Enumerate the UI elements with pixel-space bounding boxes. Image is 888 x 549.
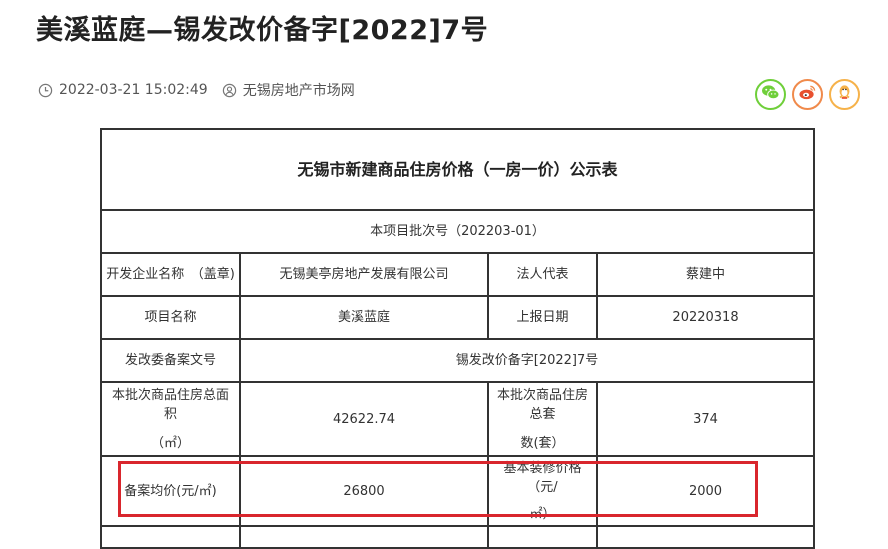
table-row: 开发企业名称 （盖章) 无锡美亭房地产发展有限公司 法人代表 蔡建中 — [100, 252, 816, 297]
legal-rep-value: 蔡建中 — [595, 252, 816, 297]
decoration-price-label-line1: 基本装修价格（元/ — [503, 460, 582, 495]
share-buttons — [749, 79, 860, 110]
decoration-price-label-line2: ㎡） — [529, 506, 556, 522]
table-row: 备案均价(元/㎡) 26800 基本装修价格（元/ ㎡） 2000 — [100, 455, 816, 527]
share-wechat-button[interactable] — [755, 79, 786, 110]
ndrc-label: 发改委备案文号 — [100, 338, 241, 383]
table-row: 无锡市新建商品住房价格（一房一价）公示表 — [99, 128, 816, 211]
share-weibo-button[interactable] — [792, 79, 823, 110]
article-source: 无锡房地产市场网 — [242, 83, 355, 99]
report-date-value: 20220318 — [595, 295, 816, 340]
total-area-label-line2: （㎡） — [150, 435, 190, 451]
table-cell — [595, 525, 816, 549]
table-cell — [100, 525, 241, 549]
ndrc-value: 锡发改价备字[2022]7号 — [238, 338, 816, 383]
legal-rep-label: 法人代表 — [487, 252, 598, 297]
weibo-icon — [798, 84, 817, 105]
user-icon — [222, 83, 237, 98]
total-units-label: 本批次商品住房总套 数(套） — [487, 381, 598, 457]
developer-label: 开发企业名称 （盖章) — [100, 252, 241, 297]
avg-price-value: 26800 — [239, 455, 489, 527]
table-row: 本项目批次号（202203-01） — [99, 209, 816, 254]
publish-datetime: 2022-03-21 15:02:49 — [59, 82, 208, 98]
total-area-label-line1: 本批次商品住房总面积 — [111, 387, 229, 422]
total-area-label: 本批次商品住房总面积 （㎡） — [100, 381, 241, 457]
project-value: 美溪蓝庭 — [239, 295, 489, 340]
table-cell — [239, 525, 489, 549]
developer-value: 无锡美亭房地产发展有限公司 — [239, 252, 489, 297]
decoration-price-value: 2000 — [595, 455, 816, 527]
clock-icon — [38, 83, 53, 98]
table-row — [100, 525, 816, 549]
article-title: 美溪蓝庭—锡发改价备字[2022]7号 — [36, 15, 489, 46]
total-units-label-line2: 数(套） — [520, 435, 565, 451]
wechat-icon — [761, 84, 780, 105]
share-qzone-button[interactable] — [829, 79, 860, 110]
article-meta: 2022-03-21 15:02:49 无锡房地产市场网 — [38, 80, 355, 100]
table-cell — [487, 525, 598, 549]
qzone-icon — [836, 84, 853, 106]
project-label: 项目名称 — [100, 295, 241, 340]
avg-price-label: 备案均价(元/㎡) — [100, 455, 241, 527]
table-row: 本批次商品住房总面积 （㎡） 42622.74 本批次商品住房总套 数(套） 3… — [100, 381, 816, 457]
table-caption: 无锡市新建商品住房价格（一房一价）公示表 — [99, 128, 816, 211]
decoration-price-label: 基本装修价格（元/ ㎡） — [487, 455, 598, 527]
report-date-label: 上报日期 — [487, 295, 598, 340]
price-notice-table: 无锡市新建商品住房价格（一房一价）公示表 本项目批次号（202203-01） 开… — [99, 128, 816, 549]
total-units-value: 374 — [595, 381, 816, 457]
total-area-value: 42622.74 — [239, 381, 489, 457]
batch-number: 本项目批次号（202203-01） — [99, 209, 816, 254]
table-row: 项目名称 美溪蓝庭 上报日期 20220318 — [100, 295, 816, 340]
table-row: 发改委备案文号 锡发改价备字[2022]7号 — [100, 338, 816, 383]
total-units-label-line1: 本批次商品住房总套 — [496, 387, 588, 422]
